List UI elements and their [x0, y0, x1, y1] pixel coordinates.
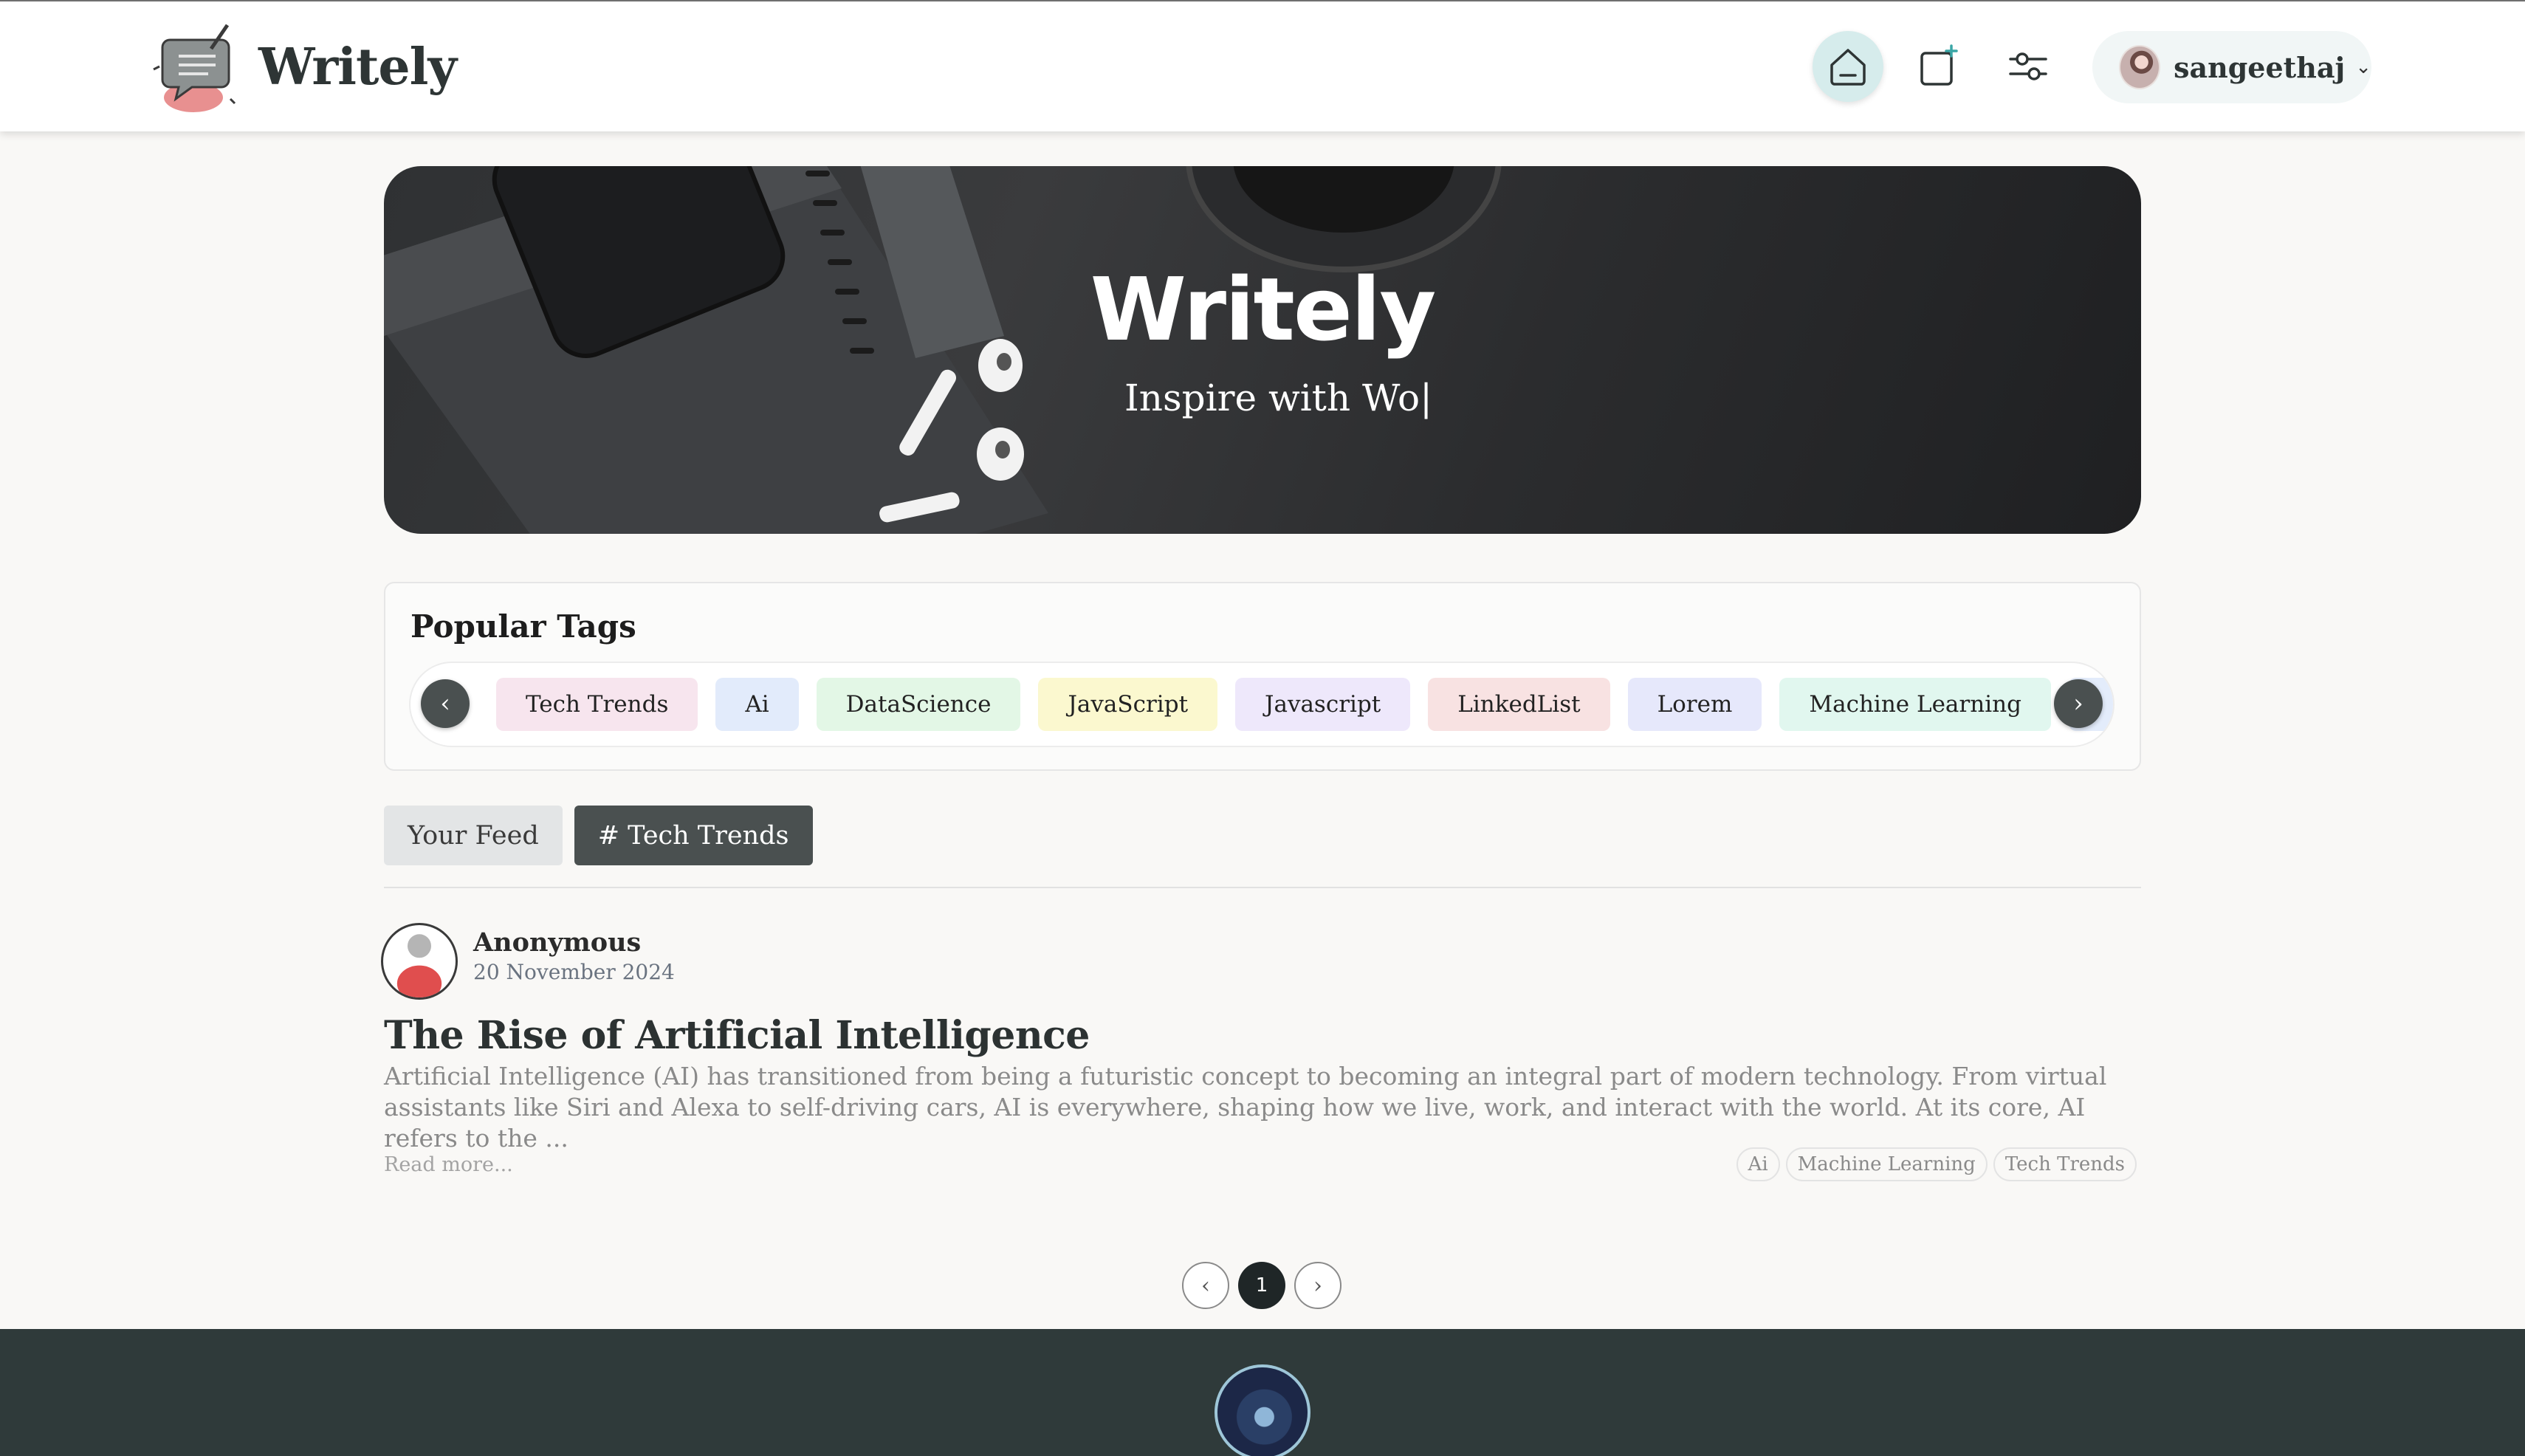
settings-sliders-icon: [2009, 52, 2047, 80]
hero-title: Writely: [1090, 258, 1437, 360]
post-tag[interactable]: Machine Learning: [1785, 1147, 1988, 1181]
brand[interactable]: Writely: [148, 18, 457, 117]
pagination: ‹ 1 ›: [1182, 1262, 1350, 1309]
footer: [0, 1329, 2525, 1456]
tags-scroll-left-button[interactable]: ‹: [421, 679, 470, 728]
feed-divider: [384, 887, 2141, 888]
popular-tag[interactable]: LinkedList: [1428, 678, 1610, 731]
user-silhouette-icon: [396, 934, 442, 997]
post-excerpt: Artificial Intelligence (AI) has transit…: [384, 1062, 2107, 1153]
hero-typing-subtitle: Inspire with Wo|: [1124, 377, 1432, 419]
post-tag[interactable]: Tech Trends: [1993, 1147, 2137, 1181]
next-page-button[interactable]: ›: [1294, 1262, 1341, 1309]
user-menu[interactable]: sangeethaj ⌄: [2092, 31, 2371, 103]
writely-logo-icon: [153, 24, 236, 112]
author-avatar[interactable]: [381, 923, 458, 1000]
post-tag-list: Ai Machine Learning Tech Trends: [1731, 1147, 2137, 1181]
popular-tag[interactable]: JavaScript: [1038, 678, 1218, 731]
post-author[interactable]: Anonymous: [473, 927, 641, 958]
popular-tag[interactable]: Ai: [715, 678, 799, 731]
footer-avatar-image: [1215, 1364, 1310, 1456]
user-name: sangeethaj: [2174, 50, 2346, 84]
popular-tag[interactable]: Lorem: [1627, 678, 1762, 731]
brand-name: Writely: [258, 38, 457, 97]
new-post-icon: [1920, 44, 1958, 86]
tab-your-feed[interactable]: Your Feed: [384, 806, 563, 865]
user-avatar: [2119, 45, 2161, 89]
post-title[interactable]: The Rise of Artificial Intelligence: [384, 1013, 1090, 1058]
settings-button[interactable]: [1993, 31, 2064, 102]
prev-page-button[interactable]: ‹: [1182, 1262, 1229, 1309]
tag-list: Tech Trends Ai DataScience JavaScript Javasc…: [496, 678, 2113, 731]
page-number-button[interactable]: 1: [1238, 1262, 1285, 1309]
tags-carousel[interactable]: ‹ Tech Trends Ai DataScience JavaScript Java…: [409, 662, 2115, 747]
feed-tabs: Your Feed # Tech Trends: [384, 806, 825, 865]
home-button[interactable]: [1813, 31, 1883, 102]
hero-banner: Writely Inspire with Wo|: [384, 166, 2141, 534]
popular-tag[interactable]: Tech Trends: [496, 678, 698, 731]
post-tag[interactable]: Ai: [1736, 1147, 1780, 1181]
popular-tag[interactable]: Javascript: [1235, 678, 1411, 731]
home-icon: [1830, 49, 1866, 86]
new-post-button[interactable]: [1903, 31, 1973, 102]
popular-tag[interactable]: Machine Learning: [1779, 678, 2051, 731]
popular-tag[interactable]: DataScience: [816, 678, 1021, 731]
tab-active-tag[interactable]: # Tech Trends: [574, 806, 813, 865]
chevron-down-icon: ⌄: [2355, 56, 2371, 78]
tags-scroll-right-button[interactable]: ›: [2054, 679, 2103, 728]
popular-tags-panel: Popular Tags ‹ Tech Trends Ai DataScience J…: [384, 582, 2141, 771]
read-more-link[interactable]: Read more...: [384, 1153, 513, 1176]
post-date: 20 November 2024: [473, 960, 675, 984]
top-navbar: Writely sangeethaj ⌄: [0, 0, 2525, 131]
popular-tags-heading: Popular Tags: [410, 608, 636, 645]
